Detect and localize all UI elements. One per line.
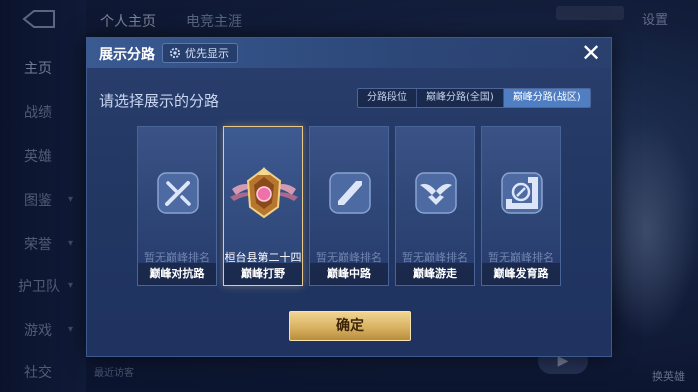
priority-display-button[interactable]: 优先显示 (162, 43, 238, 63)
card-lane-label: 巅峰对抗路 (138, 263, 216, 285)
close-icon[interactable]: ✕ (577, 41, 605, 66)
card-lane-label: 巅峰打野 (224, 263, 302, 285)
lane-card-clash[interactable]: 暂无巅峰排名 巅峰对抗路 (137, 126, 217, 286)
dialog-header: 展示分路 优先显示 ✕ (87, 38, 611, 68)
lane-card-farm[interactable]: 暂无巅峰排名 巅峰发育路 (481, 126, 561, 286)
lane-card-roam[interactable]: 暂无巅峰排名 巅峰游走 (395, 126, 475, 286)
confirm-button[interactable]: 确定 (289, 311, 411, 341)
tab-peak-lane-region[interactable]: 巅峰分路(战区) (503, 89, 590, 107)
lane-type-segmented-control: 分路段位 巅峰分路(全国) 巅峰分路(战区) (357, 88, 591, 108)
card-lane-label: 巅峰游走 (396, 263, 474, 285)
clash-lane-icon (154, 169, 202, 217)
mid-lane-icon (326, 169, 374, 217)
roam-icon (412, 169, 460, 217)
lane-display-dialog: 展示分路 优先显示 ✕ 请选择展示的分路 分路段位 巅峰分路(全国) 巅峰分路(… (86, 37, 612, 357)
farm-lane-icon (498, 169, 546, 217)
lane-card-jungle[interactable]: 桓台县第二十四 巅峰打野 (223, 126, 303, 286)
select-lane-prompt: 请选择展示的分路 (99, 92, 220, 110)
priority-display-label: 优先显示 (185, 47, 229, 60)
dialog-title: 展示分路 (99, 47, 155, 63)
lane-card-list: 暂无巅峰排名 巅峰对抗路 桓台县第二十四 巅峰打野 暂无巅峰排名 巅峰中路 暂无… (137, 126, 563, 286)
jungle-badge-icon (228, 163, 300, 223)
card-lane-label: 巅峰发育路 (482, 263, 560, 285)
tab-lane-rank[interactable]: 分路段位 (358, 89, 417, 107)
tab-peak-lane-national[interactable]: 巅峰分路(全国) (417, 89, 504, 107)
gear-icon (169, 47, 181, 59)
card-lane-label: 巅峰中路 (310, 263, 388, 285)
lane-card-mid[interactable]: 暂无巅峰排名 巅峰中路 (309, 126, 389, 286)
